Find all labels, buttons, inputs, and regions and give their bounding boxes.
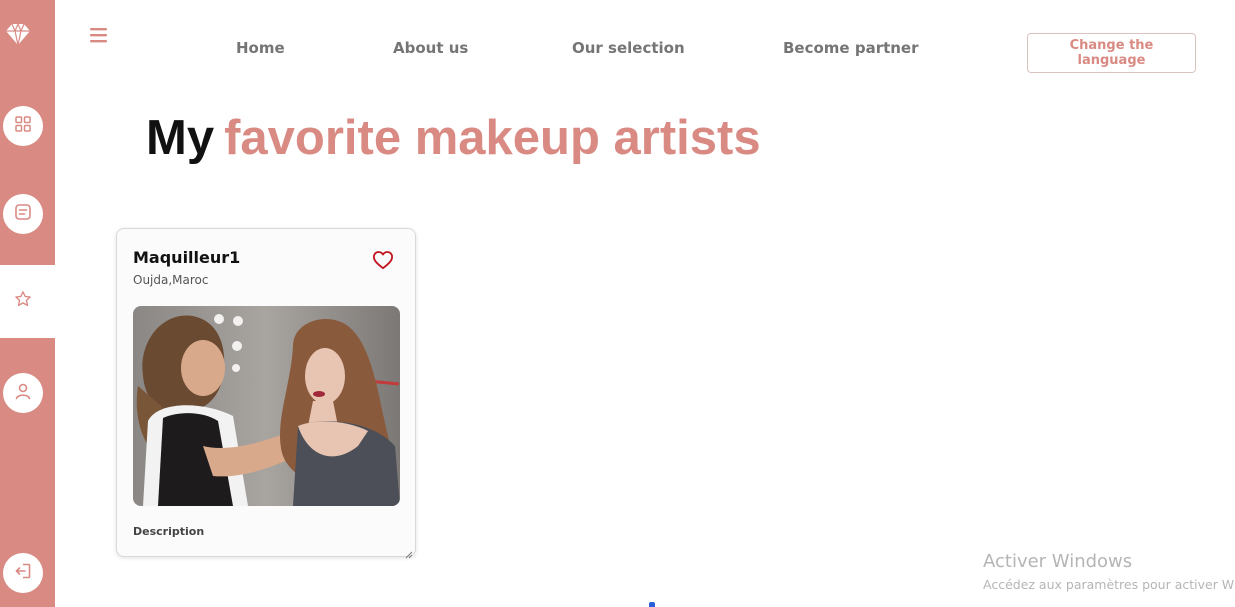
hamburger-icon[interactable] bbox=[90, 28, 108, 43]
change-language-button[interactable]: Change the language bbox=[1027, 33, 1196, 73]
page-title: My favorite makeup artists bbox=[146, 110, 761, 166]
sidebar bbox=[0, 0, 55, 607]
nav-about-us[interactable]: About us bbox=[393, 39, 468, 57]
page-title-prefix: My bbox=[146, 111, 215, 165]
nav-become-partner[interactable]: Become partner bbox=[783, 39, 919, 57]
sidebar-item-logout[interactable] bbox=[3, 553, 43, 593]
page-title-highlight: favorite makeup artists bbox=[224, 111, 761, 165]
sidebar-item-profile[interactable] bbox=[3, 373, 43, 413]
sidebar-item-dashboard[interactable] bbox=[3, 106, 43, 146]
windows-activation-title: Activer Windows bbox=[983, 551, 1133, 572]
artist-card[interactable]: Maquilleur1 Oujda,Maroc Description bbox=[116, 228, 416, 559]
scroll-indicator bbox=[649, 602, 655, 607]
grid-icon bbox=[15, 115, 31, 137]
star-icon bbox=[14, 290, 32, 313]
windows-activation-subtitle: Accédez aux paramètres pour activer Wind… bbox=[983, 577, 1235, 592]
diamond-icon[interactable] bbox=[4, 20, 32, 48]
nav-our-selection[interactable]: Our selection bbox=[572, 39, 685, 57]
artist-name: Maquilleur1 bbox=[133, 248, 241, 267]
message-icon bbox=[14, 203, 32, 226]
sidebar-item-favorites[interactable] bbox=[0, 265, 55, 338]
artist-location: Oujda,Maroc bbox=[133, 273, 209, 287]
artist-photo bbox=[133, 306, 400, 506]
user-icon bbox=[14, 382, 32, 405]
nav-home[interactable]: Home bbox=[236, 39, 285, 57]
resize-handle[interactable] bbox=[405, 546, 413, 559]
heart-icon[interactable] bbox=[372, 250, 394, 270]
logout-icon bbox=[14, 562, 32, 585]
artist-description-label: Description bbox=[133, 525, 205, 538]
sidebar-item-messages[interactable] bbox=[3, 194, 43, 234]
